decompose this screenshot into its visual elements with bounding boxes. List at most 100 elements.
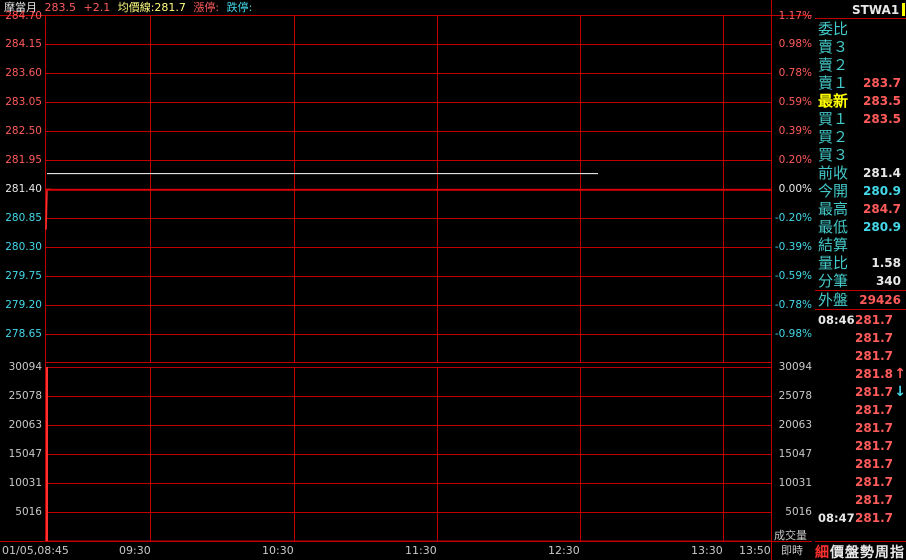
tick-row: 281.7 bbox=[815, 437, 906, 455]
quote-row-value: 283.5 bbox=[863, 94, 901, 108]
percent-axis-label: 0.39% bbox=[778, 125, 812, 137]
price-axis-label: 282.50 bbox=[5, 125, 42, 137]
percent-axis-label: 0.98% bbox=[778, 38, 812, 50]
realtime-button[interactable]: 即時 bbox=[781, 545, 803, 557]
tick-price: 281.7 bbox=[855, 349, 893, 363]
quote-panel: STWA1 委比 賣３ 賣２ 賣１ 283.7 最新 283.5 買１ 283.5 買２ 買３ 前收 2… bbox=[815, 0, 906, 560]
tab-3[interactable]: 勢 bbox=[860, 544, 875, 560]
quote-row: 最新 283.5 bbox=[815, 92, 906, 110]
symbol-marker bbox=[902, 3, 905, 16]
percent-axis-label: -0.39% bbox=[774, 241, 812, 253]
quote-row: 前收 281.4 bbox=[815, 164, 906, 182]
quote-row-label: 最新 bbox=[818, 92, 849, 110]
quote-row: 賣３ bbox=[815, 38, 906, 56]
tab-5[interactable]: 指 bbox=[890, 544, 905, 560]
quote-row: 買３ bbox=[815, 146, 906, 164]
tick-price: 281.7 bbox=[855, 385, 893, 399]
volume-axis-label-right: 20063 bbox=[778, 419, 812, 431]
quote-row-value: 283.7 bbox=[863, 76, 901, 90]
price-axis-label: 283.05 bbox=[5, 96, 42, 108]
percent-axis-label: -0.59% bbox=[774, 270, 812, 282]
quote-row: 分筆 340 bbox=[815, 272, 906, 290]
price-line bbox=[45, 188, 51, 230]
percent-axis-label: -0.78% bbox=[774, 299, 812, 311]
tick-price: 281.7 bbox=[855, 457, 893, 471]
volume-axis-label-right: 15047 bbox=[778, 448, 812, 460]
quote-row: 最高 284.7 bbox=[815, 200, 906, 218]
price-axis-label: 278.65 bbox=[5, 328, 42, 340]
price-axis-label: 280.30 bbox=[5, 241, 42, 253]
outer-volume-row: 外盤 29426 bbox=[815, 290, 906, 310]
quote-row: 結算 bbox=[815, 236, 906, 254]
tab-0[interactable]: 細 bbox=[815, 544, 830, 560]
volume-axis-label: 25078 bbox=[8, 390, 42, 402]
volume-axis-label: 30094 bbox=[8, 361, 42, 373]
quote-row-value: 281.4 bbox=[863, 166, 901, 180]
volume-axis-label: 20063 bbox=[8, 419, 42, 431]
quote-row: 賣１ 283.7 bbox=[815, 74, 906, 92]
tick-row: 281.7 bbox=[815, 473, 906, 491]
tick-price: 281.7 bbox=[855, 331, 893, 345]
tick-price: 281.7 bbox=[855, 313, 893, 327]
quote-row-value: 284.7 bbox=[863, 202, 901, 216]
symbol-bar[interactable]: STWA1 bbox=[815, 2, 906, 19]
intraday-chart[interactable] bbox=[0, 0, 812, 560]
percent-axis-label: -0.98% bbox=[774, 328, 812, 340]
price-axis-label: 281.95 bbox=[5, 154, 42, 166]
quote-row: 買１ 283.5 bbox=[815, 110, 906, 128]
percent-axis-label: 0.78% bbox=[778, 67, 812, 79]
tab-4[interactable]: 周 bbox=[875, 544, 890, 560]
arrow-down-icon: ↓ bbox=[894, 384, 906, 400]
tick-row: 281.7 bbox=[815, 419, 906, 437]
volume-axis-label: 5016 bbox=[15, 506, 42, 518]
price-axis-label: 283.60 bbox=[5, 67, 42, 79]
volume-axis-label-right: 5016 bbox=[785, 506, 812, 518]
price-axis-label: 284.70 bbox=[5, 10, 42, 22]
price-axis-label: 279.75 bbox=[5, 270, 42, 282]
percent-axis-label: 0.20% bbox=[778, 154, 812, 166]
price-axis-label: 281.40 bbox=[5, 183, 42, 195]
quote-row: 最低 280.9 bbox=[815, 218, 906, 236]
quote-row-label: 買３ bbox=[818, 146, 849, 164]
tick-price: 281.7 bbox=[855, 511, 893, 525]
quote-row-label: 買１ bbox=[818, 110, 849, 128]
quote-row-label: 結算 bbox=[818, 236, 849, 254]
tick-row: 281.7 bbox=[815, 329, 906, 347]
tick-row: 281.7 bbox=[815, 401, 906, 419]
quote-row-value: 280.9 bbox=[863, 220, 901, 234]
volume-axis-label: 10031 bbox=[8, 477, 42, 489]
volume-unit-label: 成交量 bbox=[774, 529, 807, 542]
tick-price: 281.8 bbox=[855, 367, 893, 381]
quote-row-label: 分筆 bbox=[818, 272, 849, 290]
volume-axis-label-right: 25078 bbox=[778, 390, 812, 402]
time-axis-label: 12:30 bbox=[548, 544, 580, 557]
symbol-label: STWA1 bbox=[852, 3, 900, 17]
quote-row: 買２ bbox=[815, 128, 906, 146]
arrow-up-icon: ↑ bbox=[894, 366, 906, 382]
tick-row: 281.7 bbox=[815, 347, 906, 365]
percent-axis-label: -0.20% bbox=[774, 212, 812, 224]
time-axis-label: 10:30 bbox=[262, 544, 294, 557]
quote-row-label: 買２ bbox=[818, 128, 849, 146]
quote-row-value: 283.5 bbox=[863, 112, 901, 126]
quote-row-value: 1.58 bbox=[871, 256, 901, 270]
quote-row: 量比 1.58 bbox=[815, 254, 906, 272]
tab-2[interactable]: 盤 bbox=[845, 544, 860, 560]
tab-1[interactable]: 價 bbox=[830, 544, 845, 560]
volume-axis-label-right: 30094 bbox=[778, 361, 812, 373]
tick-price: 281.7 bbox=[855, 403, 893, 417]
quote-row-label: 賣１ bbox=[818, 74, 849, 92]
quote-row-value: 280.9 bbox=[863, 184, 901, 198]
quote-row: 今開 280.9 bbox=[815, 182, 906, 200]
percent-axis-label: 0.59% bbox=[778, 96, 812, 108]
time-axis-label: 13:30 bbox=[691, 544, 723, 557]
quote-row: 委比 bbox=[815, 20, 906, 38]
time-axis-label: 09:30 bbox=[119, 544, 151, 557]
quote-row-label: 最低 bbox=[818, 218, 849, 236]
quote-row-label: 賣２ bbox=[818, 56, 849, 74]
tick-row: 08:46 281.7 bbox=[815, 311, 906, 329]
tick-row: 281.8 ↑ bbox=[815, 365, 906, 383]
tick-time: 08:47 bbox=[818, 511, 855, 525]
time-axis-label: 11:30 bbox=[405, 544, 437, 557]
time-axis-label: 01/05,08:45 bbox=[2, 544, 69, 557]
